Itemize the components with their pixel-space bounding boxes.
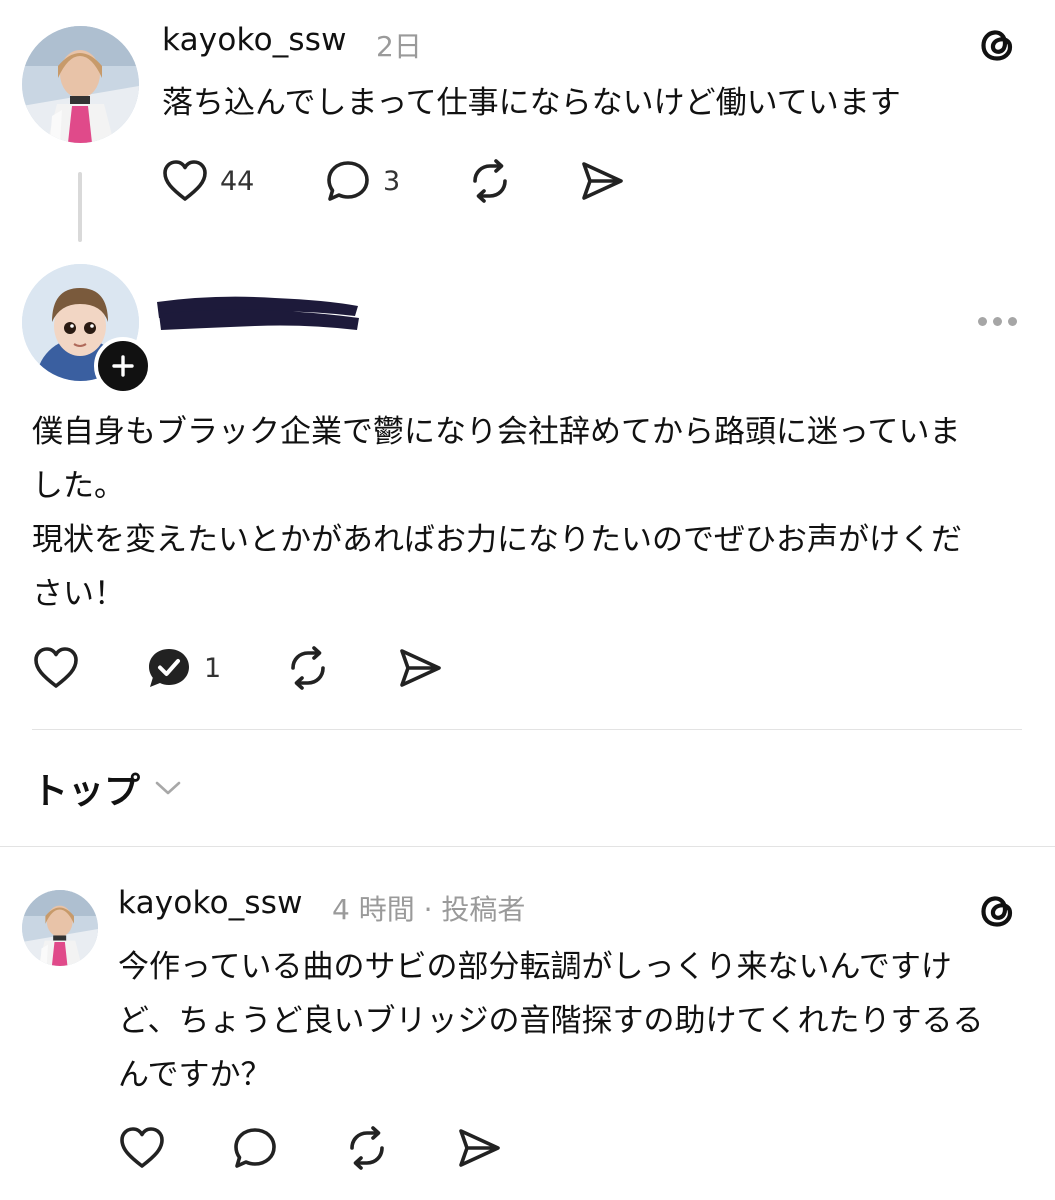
author-reply-text: 今作っている曲のサビの部分転調がしっくり来ないんですけ ど、ちょうど良いブリッジ…	[118, 940, 1028, 1102]
threads-logo-icon[interactable]	[975, 888, 1021, 938]
send-icon	[459, 1129, 500, 1167]
like-count: 44	[220, 165, 255, 197]
post-username[interactable]: kayoko_ssw	[162, 22, 347, 58]
reply-text: 僕自身もブラック企業で鬱になり会社辞めてから路頭に迷っていま した。 現状を変え…	[32, 405, 1032, 621]
author-reply-text-line: んですか？	[118, 1057, 272, 1093]
repost-icon	[291, 646, 325, 690]
dot	[978, 317, 987, 326]
heart-icon	[34, 647, 78, 688]
avatar[interactable]	[22, 890, 98, 966]
reply-text-line: した。	[32, 468, 125, 504]
author-reply-meta: 4 時間 · 投稿者	[332, 893, 526, 926]
share-button[interactable]	[578, 157, 626, 205]
more-options-button[interactable]	[978, 317, 1017, 326]
reply-button[interactable]: 3	[323, 157, 400, 205]
repost-button[interactable]	[343, 1124, 391, 1172]
send-icon	[582, 162, 623, 200]
repost-icon	[350, 1126, 384, 1170]
sort-label: トップ	[32, 771, 141, 812]
reply-button[interactable]: 1	[144, 644, 221, 692]
repost-button[interactable]	[284, 644, 332, 692]
author-reply-text-line: 今作っている曲のサビの部分転調がしっくり来ないんですけ	[118, 949, 952, 985]
post-timestamp: 2日	[376, 30, 422, 63]
reply-button[interactable]	[230, 1124, 280, 1172]
reply-count: 1	[204, 652, 222, 684]
avatar[interactable]	[22, 26, 139, 143]
thread-connector-line	[78, 172, 82, 242]
repost-button[interactable]	[466, 157, 514, 205]
send-icon	[400, 649, 441, 687]
dot	[1008, 317, 1017, 326]
redacted-username	[157, 296, 359, 330]
author-reply-username[interactable]: kayoko_ssw	[118, 885, 303, 921]
reply-count: 3	[383, 165, 401, 197]
sort-selector[interactable]: トップ	[32, 762, 182, 814]
reply-text-line: 僕自身もブラック企業で鬱になり会社辞めてから路頭に迷っていま	[32, 414, 961, 450]
reply-text-line: 現状を変えたいとかがあればお力になりたいのでぜひお声がけくだ	[32, 522, 962, 558]
like-button[interactable]	[117, 1124, 167, 1172]
post-text: 落ち込んでしまって仕事にならないけど働いています	[162, 76, 901, 130]
comment-check-icon	[149, 649, 189, 687]
heart-icon	[120, 1127, 164, 1168]
threads-logo-icon[interactable]	[975, 22, 1021, 72]
share-button[interactable]	[396, 644, 444, 692]
reply-text-line: さい！	[32, 576, 125, 612]
like-button[interactable]	[31, 644, 81, 692]
author-reply-text-line: ど、ちょうど良いブリッジの音階探すの助けてくれたりするる	[118, 1003, 984, 1039]
chevron-down-icon	[155, 781, 181, 795]
share-button[interactable]	[455, 1124, 503, 1172]
plus-icon	[112, 355, 134, 377]
repost-icon	[473, 159, 507, 203]
like-button[interactable]: 44	[160, 157, 254, 205]
post-text-line: 落ち込んでしまって仕事にならないけど働いています	[162, 85, 901, 121]
divider	[0, 846, 1055, 847]
follow-button[interactable]	[94, 337, 152, 395]
divider	[32, 729, 1022, 730]
comment-icon	[327, 161, 369, 201]
dot	[993, 317, 1002, 326]
comment-icon	[234, 1128, 276, 1168]
heart-icon	[163, 160, 207, 201]
